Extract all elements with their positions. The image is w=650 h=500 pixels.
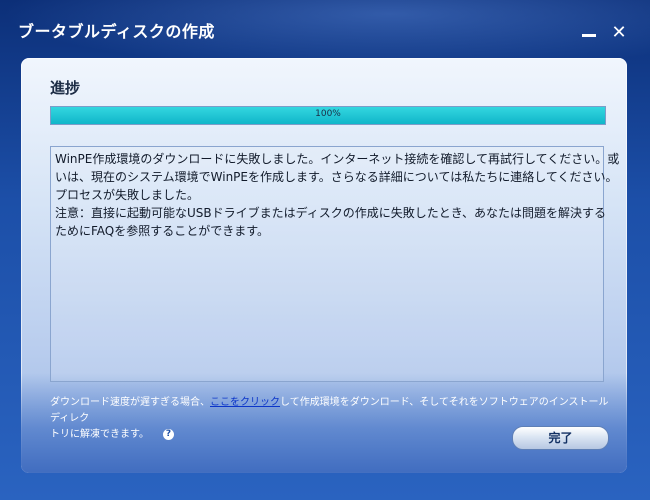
window-title: ブータブルディスクの作成 [18,22,215,41]
finish-button[interactable]: 完了 [512,426,609,450]
hint-text-before: ダウンロード速度が遅すぎる場合、 [50,397,210,408]
dialog-window: ブータブルディスクの作成 ✕ 進捗 100% WinPE作成環境のダウンロードに… [0,0,650,500]
progress-heading: 進捗 [50,79,81,97]
message-line: ためにFAQを参照することができます。 [55,224,270,238]
minimize-button[interactable] [578,22,600,44]
close-button[interactable]: ✕ [608,22,630,44]
click-here-link[interactable]: ここをクリック [210,397,280,408]
close-icon: ✕ [611,22,627,43]
titlebar: ブータブルディスクの作成 ✕ [0,0,650,56]
help-icon[interactable]: ? [163,428,174,440]
message-line: プロセスが失敗しました。 [55,188,200,202]
message-line: 注意：直接に起動可能なUSBドライブまたはディスクの作成に失敗したとき、あなたは… [55,206,606,220]
message-textbox[interactable]: WinPE作成環境のダウンロードに失敗しました。インターネット接続を確認して再試… [50,146,620,382]
hint-text-second-line: トリに解凍できます。 [50,429,149,440]
progress-percent: 100% [315,109,341,119]
message-line: WinPE作成環境のダウンロードに失敗しました。インターネット接続を確認して再試… [55,152,620,166]
progress-bar: 100% [50,106,606,125]
message-line: いは、現在のシステム環境でWinPEを作成します。さらなる詳細については私たちに… [55,170,618,184]
minimize-icon [582,34,596,37]
content-panel: 進捗 100% WinPE作成環境のダウンロードに失敗しました。インターネット接… [21,58,627,473]
